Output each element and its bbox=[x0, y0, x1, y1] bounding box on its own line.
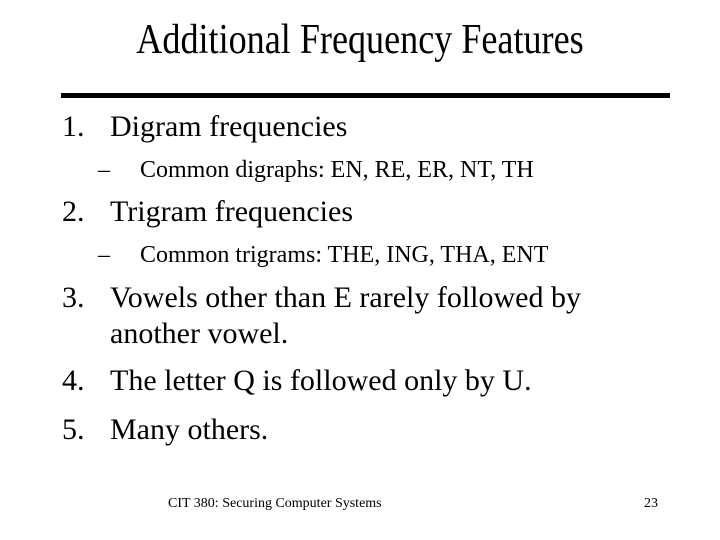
item-text: Vowels other than E rarely followed by bbox=[110, 281, 581, 314]
sub-item-2: – Common trigrams: THE, ING, THA, ENT bbox=[98, 241, 548, 269]
sub-item-text: Common trigrams: THE, ING, THA, ENT bbox=[140, 242, 549, 268]
item-continuation: another vowel. bbox=[110, 317, 289, 350]
item-number: 4. bbox=[62, 364, 85, 397]
item-number: 3. bbox=[62, 281, 85, 314]
item-text: The letter Q is followed only by U. bbox=[110, 364, 532, 397]
footer-course: CIT 380: Securing Computer Systems bbox=[168, 496, 382, 511]
list-item-3: 3. Vowels other than E rarely followed by… bbox=[62, 281, 581, 350]
dash-bullet: – bbox=[98, 157, 110, 183]
item-number: 5. bbox=[62, 413, 85, 446]
list-item-2: 2. Trigram frequencies bbox=[62, 195, 353, 229]
list-item-1: 1. Digram frequencies bbox=[62, 110, 347, 144]
item-number: 1. bbox=[62, 110, 85, 143]
list-item-4: 4. The letter Q is followed only by U. bbox=[62, 364, 532, 398]
sub-item-1: – Common digraphs: EN, RE, ER, NT, TH bbox=[98, 156, 534, 184]
dash-bullet: – bbox=[98, 242, 110, 268]
item-text: Digram frequencies bbox=[110, 110, 348, 143]
sub-item-text: Common digraphs: EN, RE, ER, NT, TH bbox=[140, 157, 534, 183]
list-item-5: 5. Many others. bbox=[62, 413, 268, 447]
item-text: Trigram frequencies bbox=[110, 195, 353, 228]
item-text: Many others. bbox=[110, 413, 269, 446]
item-number: 2. bbox=[62, 195, 85, 228]
slide-title: Additional Frequency Features bbox=[136, 17, 584, 63]
page-number: 23 bbox=[644, 496, 658, 511]
title-divider bbox=[61, 93, 670, 98]
